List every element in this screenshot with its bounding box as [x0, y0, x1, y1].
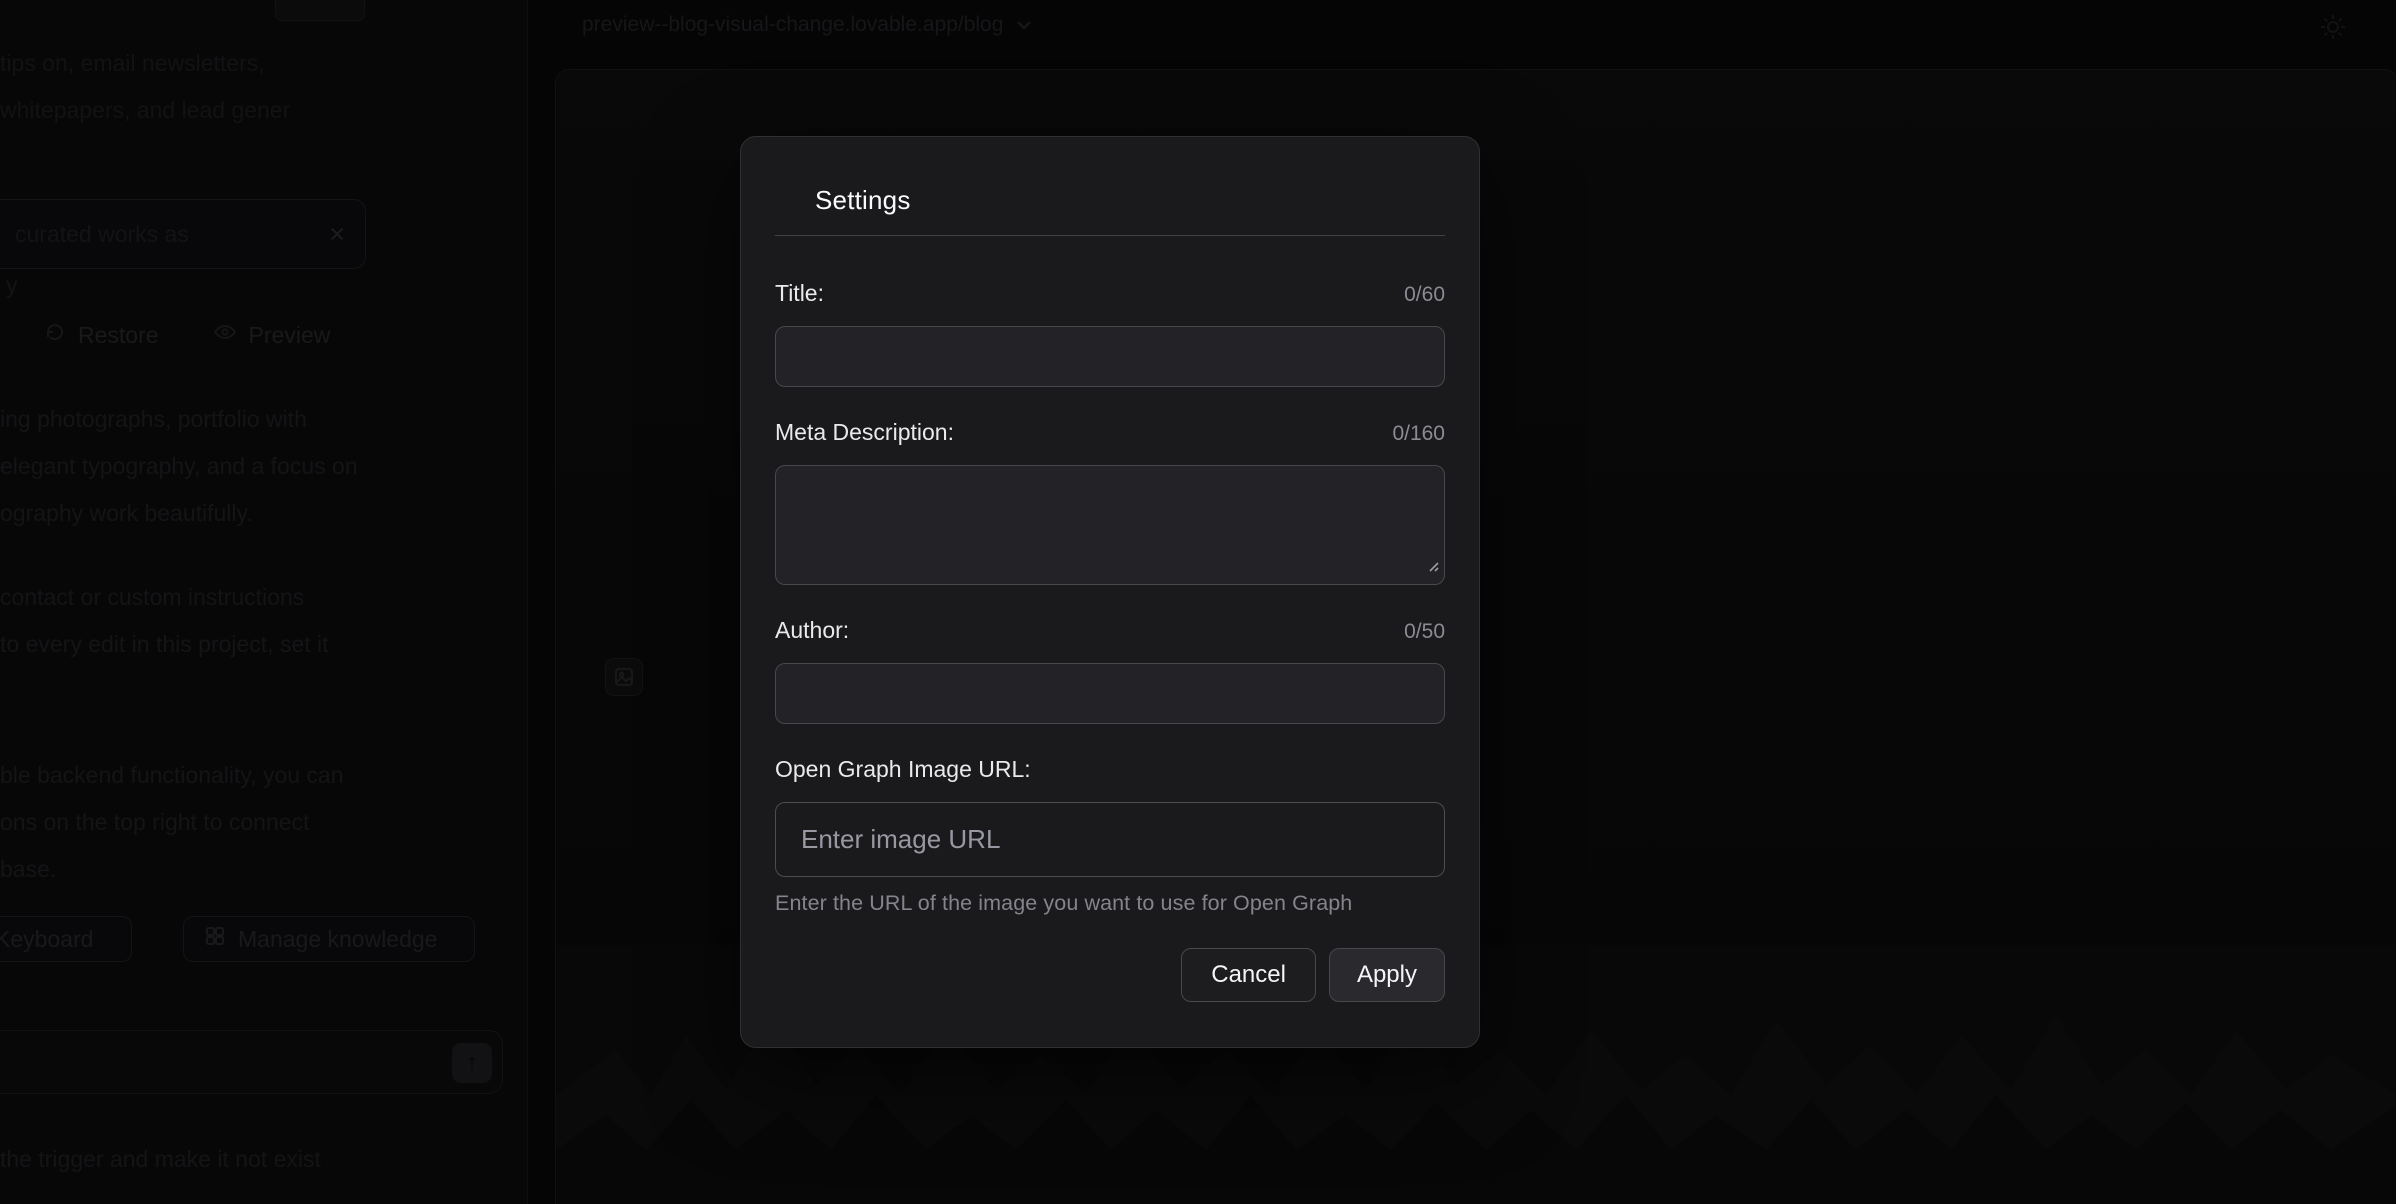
- divider: [775, 235, 1445, 236]
- author-counter: 0/50: [1404, 620, 1445, 644]
- dialog-buttons: Cancel Apply: [775, 948, 1445, 1002]
- title-counter: 0/60: [1404, 283, 1445, 307]
- author-label: Author:: [775, 617, 849, 644]
- meta-description-wrap: [775, 465, 1445, 585]
- meta-description-field-header: Meta Description: 0/160: [775, 419, 1445, 449]
- settings-dialog: Settings Title: 0/60 Meta Description: 0…: [740, 136, 1480, 1048]
- og-helper-text: Enter the URL of the image you want to u…: [775, 891, 1445, 916]
- meta-description-label: Meta Description:: [775, 419, 954, 446]
- cancel-button[interactable]: Cancel: [1181, 948, 1316, 1002]
- meta-description-counter: 0/160: [1392, 422, 1445, 446]
- title-input[interactable]: [775, 326, 1445, 387]
- og-image-url-label: Open Graph Image URL:: [775, 756, 1031, 783]
- author-input[interactable]: [775, 663, 1445, 724]
- og-image-url-input[interactable]: [775, 802, 1445, 877]
- dialog-title: Settings: [815, 187, 1445, 213]
- screen: tips on, email newsletters, whitepapers,…: [0, 0, 2396, 1204]
- meta-description-textarea[interactable]: [775, 465, 1445, 585]
- author-field-header: Author: 0/50: [775, 617, 1445, 647]
- apply-button[interactable]: Apply: [1329, 948, 1445, 1002]
- title-label: Title:: [775, 280, 824, 307]
- title-field-header: Title: 0/60: [775, 280, 1445, 310]
- og-field-header: Open Graph Image URL:: [775, 756, 1445, 786]
